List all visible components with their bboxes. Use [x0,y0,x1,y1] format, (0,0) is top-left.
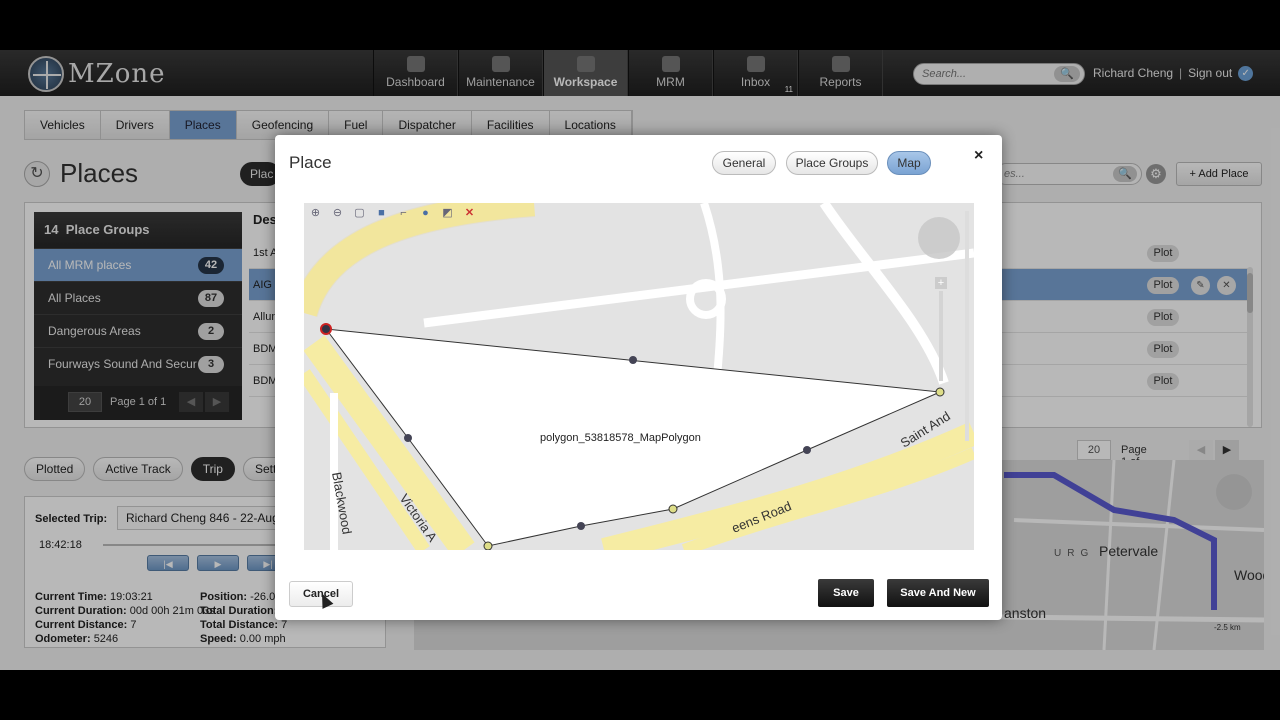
map-scrollbar[interactable] [965,211,969,441]
close-icon[interactable]: × [974,147,983,165]
place-dialog: Place General Place Groups Map × Blackwo… [275,135,1002,620]
zoom-plus-icon[interactable]: + [935,277,947,289]
tab-map[interactable]: Map [887,151,931,175]
tab-place-groups[interactable]: Place Groups [786,151,878,175]
draw-line-icon[interactable]: ⌐ [395,205,412,221]
dialog-title: Place [289,153,332,172]
zoom-extent-icon[interactable]: ▢ [351,205,368,221]
polygon-label: polygon_53818578_MapPolygon [540,432,701,444]
clear-icon[interactable]: ✕ [461,205,478,221]
zoom-out-icon[interactable]: ⊖ [329,205,346,221]
zoom-in-icon[interactable]: ⊕ [307,205,324,221]
app-window: MZone Dashboard Maintenance Workspace MR… [0,50,1280,670]
map-editor[interactable]: Blackwood Victoria A Saint And eens Road… [304,203,974,550]
save-button[interactable]: Save [818,579,874,607]
zoom-slider[interactable]: + [935,277,947,387]
draw-rectangle-icon[interactable]: ■ [373,205,390,221]
zoom-track[interactable] [939,291,943,381]
draw-polygon-icon[interactable]: ◩ [439,205,456,221]
map-toolbar: ⊕ ⊖ ▢ ■ ⌐ ● ◩ ✕ [307,205,478,221]
pan-control-icon[interactable] [918,217,960,259]
save-and-new-button[interactable]: Save And New [887,579,989,607]
map-canvas[interactable]: Blackwood Victoria A Saint And eens Road [304,203,974,550]
draw-circle-icon[interactable]: ● [417,205,434,221]
tab-general[interactable]: General [712,151,776,175]
